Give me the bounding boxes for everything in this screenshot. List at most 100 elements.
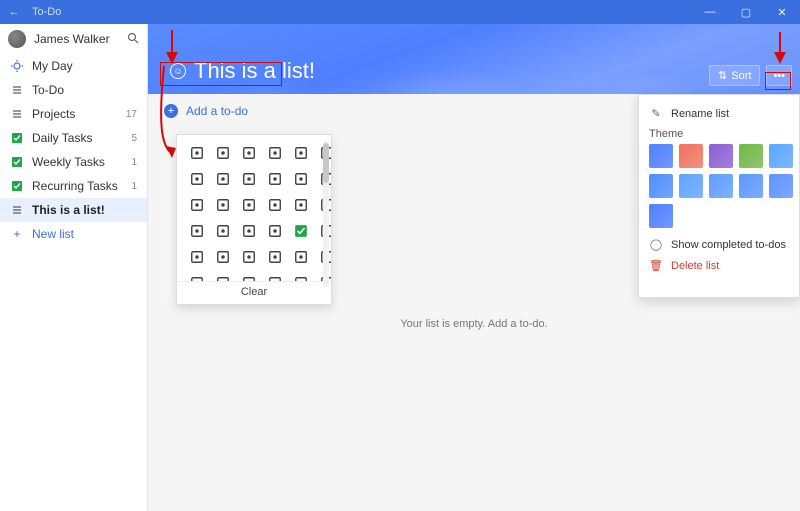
sun-icon	[10, 60, 24, 72]
backpack-icon[interactable]	[213, 195, 233, 215]
ellipsis-icon: •••	[773, 70, 785, 82]
flag-icon[interactable]	[291, 273, 311, 281]
pencil-icon: ✎	[649, 107, 663, 120]
list-icon	[10, 204, 24, 216]
sidebar-item-this-is-a-list-[interactable]: This is a list!	[0, 198, 147, 222]
sort-icon: ⇅	[718, 69, 727, 82]
sidebar-item-count: 17	[126, 109, 137, 120]
sidebar-item-recurring-tasks[interactable]: Recurring Tasks 1	[0, 174, 147, 198]
pencil-icon[interactable]	[291, 143, 311, 163]
check-icon[interactable]	[291, 221, 311, 241]
list-title[interactable]: This is a list!	[194, 58, 315, 84]
sort-label: Sort	[731, 70, 751, 82]
search-icon[interactable]	[127, 32, 139, 47]
list-emoji-picker-button[interactable]: ☺	[170, 63, 186, 79]
delete-list-item[interactable]: 🗑 Delete list	[649, 255, 789, 276]
theme-swatch-3[interactable]	[739, 144, 763, 168]
sidebar-item-label: My Day	[32, 59, 73, 73]
sidebar: James Walker My Day To-Do Projects 17 Daily …	[0, 24, 148, 511]
diary-icon[interactable]	[187, 247, 207, 267]
pot-icon[interactable]	[239, 195, 259, 215]
cup-icon[interactable]	[239, 169, 259, 189]
theme-swatch-6[interactable]	[679, 174, 703, 198]
handset-icon[interactable]	[213, 169, 233, 189]
more-options-button[interactable]: •••	[766, 65, 792, 86]
theme-swatch-2[interactable]	[709, 144, 733, 168]
sheet-icon[interactable]	[213, 273, 233, 281]
icon-picker-clear-button[interactable]: Clear	[177, 281, 331, 304]
theme-swatch-4[interactable]	[769, 144, 793, 168]
theme-swatch-10[interactable]	[649, 204, 673, 228]
box-icon[interactable]	[265, 221, 285, 241]
sort-button[interactable]: ⇅ Sort	[709, 65, 760, 86]
monitor-icon[interactable]	[213, 247, 233, 267]
theme-swatch-9[interactable]	[769, 174, 793, 198]
sidebar-item-label: Recurring Tasks	[32, 179, 118, 193]
list-hero: ☺ This is a list! ⇅ Sort •••	[148, 24, 800, 94]
hanger-icon[interactable]	[265, 143, 285, 163]
delete-list-label: Delete list	[671, 260, 719, 272]
cloud-icon[interactable]	[239, 143, 259, 163]
new-list-label: New list	[32, 227, 74, 241]
add-icon: +	[164, 104, 178, 118]
close-button[interactable]: ✕	[764, 0, 800, 24]
coffee-icon[interactable]	[239, 221, 259, 241]
clipboard-icon[interactable]	[213, 143, 233, 163]
list-options-menu: ✎ Rename list Theme ◯ Show completed to-…	[638, 94, 800, 298]
show-completed-item[interactable]: ◯ Show completed to-dos	[649, 234, 789, 255]
show-completed-label: Show completed to-dos	[671, 239, 786, 251]
book-icon[interactable]	[291, 195, 311, 215]
camera-icon[interactable]	[187, 169, 207, 189]
sidebar-item-weekly-tasks[interactable]: Weekly Tasks 1	[0, 150, 147, 174]
window-icon[interactable]	[239, 273, 259, 281]
safe-icon[interactable]	[187, 273, 207, 281]
theme-swatch-0[interactable]	[649, 144, 673, 168]
profile-row[interactable]: James Walker	[0, 24, 147, 54]
trash-icon[interactable]	[187, 143, 207, 163]
check-icon	[10, 156, 24, 168]
empty-list-message: Your list is empty. Add a to-do.	[148, 318, 800, 330]
rename-list-item[interactable]: ✎ Rename list	[649, 103, 789, 124]
sidebar-item-to-do[interactable]: To-Do	[0, 78, 147, 102]
sidebar-item-label: Weekly Tasks	[32, 155, 105, 169]
theme-label: Theme	[649, 128, 789, 140]
plus-icon: +	[10, 227, 24, 241]
titlebar: ← To-Do — ▢ ✕	[0, 0, 800, 24]
clock-icon[interactable]	[265, 273, 285, 281]
bookmark-icon[interactable]	[291, 247, 311, 267]
sidebar-item-my-day[interactable]: My Day	[0, 54, 147, 78]
house-icon[interactable]	[265, 169, 285, 189]
theme-swatch-8[interactable]	[739, 174, 763, 198]
theme-swatches	[649, 144, 789, 228]
sidebar-item-label: Projects	[32, 107, 75, 121]
theme-swatch-7[interactable]	[709, 174, 733, 198]
plane-icon[interactable]	[265, 195, 285, 215]
sidebar-item-label: To-Do	[32, 83, 64, 97]
check-icon	[10, 132, 24, 144]
maximize-button[interactable]: ▢	[728, 0, 764, 24]
sidebar-item-daily-tasks[interactable]: Daily Tasks5	[0, 126, 147, 150]
profile-name: James Walker	[34, 32, 110, 46]
back-button[interactable]: ←	[0, 6, 28, 18]
check-circle-icon: ◯	[649, 238, 663, 251]
theme-swatch-1[interactable]	[679, 144, 703, 168]
sidebar-item-label: Daily Tasks	[32, 131, 92, 145]
briefcase-icon[interactable]	[187, 195, 207, 215]
check-icon	[10, 180, 24, 192]
sidebar-item-count: 1	[131, 181, 137, 192]
leaf-icon[interactable]	[291, 169, 311, 189]
sidebar-item-label: This is a list!	[32, 203, 105, 217]
avatar	[8, 30, 26, 48]
add-todo-placeholder: Add a to-do	[186, 104, 248, 118]
sidebar-item-count: 1	[131, 157, 137, 168]
sidebar-item-projects[interactable]: Projects 17	[0, 102, 147, 126]
cabinet-icon[interactable]	[187, 221, 207, 241]
icon-picker-scrollbar[interactable]	[323, 141, 329, 287]
new-list-button[interactable]: + New list	[0, 222, 147, 246]
purse-icon[interactable]	[213, 221, 233, 241]
music-icon[interactable]	[265, 247, 285, 267]
calendar-icon[interactable]	[239, 247, 259, 267]
minimize-button[interactable]: —	[692, 0, 728, 24]
theme-swatch-5[interactable]	[649, 174, 673, 198]
list-icon	[10, 84, 24, 96]
